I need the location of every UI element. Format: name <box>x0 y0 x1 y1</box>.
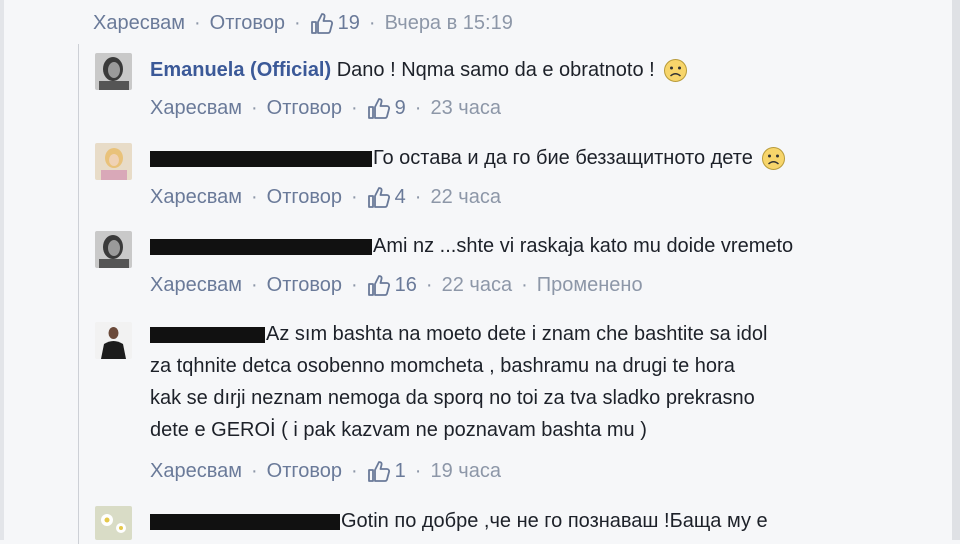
like-link[interactable]: Харесвам <box>150 97 242 120</box>
comment-author[interactable]: Emanuela (Official) <box>150 59 331 81</box>
redacted-author <box>150 326 265 343</box>
separator: · <box>250 459 258 482</box>
comment-line: kak se dırji neznam nemoga da sporq no t… <box>150 387 755 409</box>
comment-text: Го остава и да го бие беззащитното дете <box>373 147 753 169</box>
like-count[interactable]: 16 <box>395 274 417 297</box>
reply-link[interactable]: Отговор <box>210 12 285 35</box>
comment-body: Emanuela (Official) Dano ! Nqma samo da … <box>150 54 688 86</box>
comment-body: Gotin по добре ,че не го познаваш !Баща … <box>150 505 768 537</box>
separator: · <box>351 459 358 482</box>
thumbs-up-icon[interactable] <box>310 12 334 34</box>
like-count[interactable]: 9 <box>395 97 406 120</box>
comment-line: Az sım bashta na moeto dete i znam che b… <box>150 318 910 350</box>
redacted-author <box>150 150 372 167</box>
comment-body: Го остава и да го бие беззащитното дете <box>150 142 786 174</box>
thumbs-up-icon[interactable] <box>367 274 391 296</box>
comment-text: Az sım bashta na moeto dete i znam che b… <box>266 323 768 345</box>
timestamp[interactable]: 23 часа <box>430 97 500 120</box>
edited-label[interactable]: Променено <box>537 274 643 297</box>
timestamp[interactable]: 22 часа <box>442 274 512 297</box>
separator: · <box>414 459 422 482</box>
separator: · <box>351 96 358 119</box>
right-frame-border <box>952 0 960 540</box>
avatar[interactable] <box>95 53 132 90</box>
separator: · <box>193 11 201 34</box>
parent-comment-actions: Харесвам · Отговор · 19 · Вчера в 15:19 <box>93 10 513 36</box>
separator: · <box>521 273 528 296</box>
comment-actions: Харесвам · Отговор · 9 · 23 часа <box>150 95 501 121</box>
timestamp[interactable]: Вчера в 15:19 <box>385 12 513 35</box>
reply-link[interactable]: Отговор <box>267 186 342 209</box>
comment-actions: Харесвам · Отговор · 1 · 19 часа <box>150 458 501 484</box>
separator: · <box>425 273 433 296</box>
like-link[interactable]: Харесвам <box>150 460 242 483</box>
separator: · <box>250 96 258 119</box>
like-count[interactable]: 4 <box>395 186 406 209</box>
comment-actions: Харесвам · Отговор · 16 · 22 часа · Пром… <box>150 272 643 298</box>
comment-text: Ami nz ...shte vi raskaja kato mu doide … <box>373 235 794 257</box>
comment-line: za tqhnite detca osobenno momcheta , bas… <box>150 355 735 377</box>
separator: · <box>368 11 376 34</box>
comment-body: Ami nz ...shte vi raskaja kato mu doide … <box>150 230 793 262</box>
separator: · <box>414 96 422 119</box>
avatar[interactable] <box>95 143 132 180</box>
frown-emoji-icon <box>761 146 786 171</box>
reply-link[interactable]: Отговор <box>267 97 342 120</box>
avatar[interactable] <box>95 231 132 268</box>
separator: · <box>250 185 258 208</box>
redacted-author <box>150 238 372 255</box>
timestamp[interactable]: 22 часа <box>430 186 500 209</box>
separator: · <box>250 273 258 296</box>
frown-emoji-icon <box>663 58 688 83</box>
comment-text: Gotin по добре ,че не го познаваш !Баща … <box>341 510 768 532</box>
timestamp[interactable]: 19 часа <box>430 460 500 483</box>
thumbs-up-icon[interactable] <box>367 97 391 119</box>
avatar[interactable] <box>95 506 132 540</box>
separator: · <box>351 185 358 208</box>
comment-text: Dano ! Nqma samo da e obratnoto ! <box>336 59 655 81</box>
like-count[interactable]: 1 <box>395 460 406 483</box>
reply-link[interactable]: Отговор <box>267 460 342 483</box>
like-count[interactable]: 19 <box>338 12 360 35</box>
thumbs-up-icon[interactable] <box>367 460 391 482</box>
reply-link[interactable]: Отговор <box>267 274 342 297</box>
like-link[interactable]: Харесвам <box>150 186 242 209</box>
separator: · <box>414 185 422 208</box>
comment-body: Az sım bashta na moeto dete i znam che b… <box>150 318 910 446</box>
redacted-author <box>150 513 340 530</box>
separator: · <box>351 273 358 296</box>
comment-line: dete e GEROİ ( i pak kazvam ne poznavam … <box>150 419 647 441</box>
avatar[interactable] <box>95 322 132 359</box>
like-link[interactable]: Харесвам <box>93 12 185 35</box>
like-link[interactable]: Харесвам <box>150 274 242 297</box>
reply-thread-line <box>78 44 79 544</box>
comment-actions: Харесвам · Отговор · 4 · 22 часа <box>150 184 501 210</box>
left-frame-border <box>0 0 4 540</box>
separator: · <box>294 11 301 34</box>
thumbs-up-icon[interactable] <box>367 186 391 208</box>
